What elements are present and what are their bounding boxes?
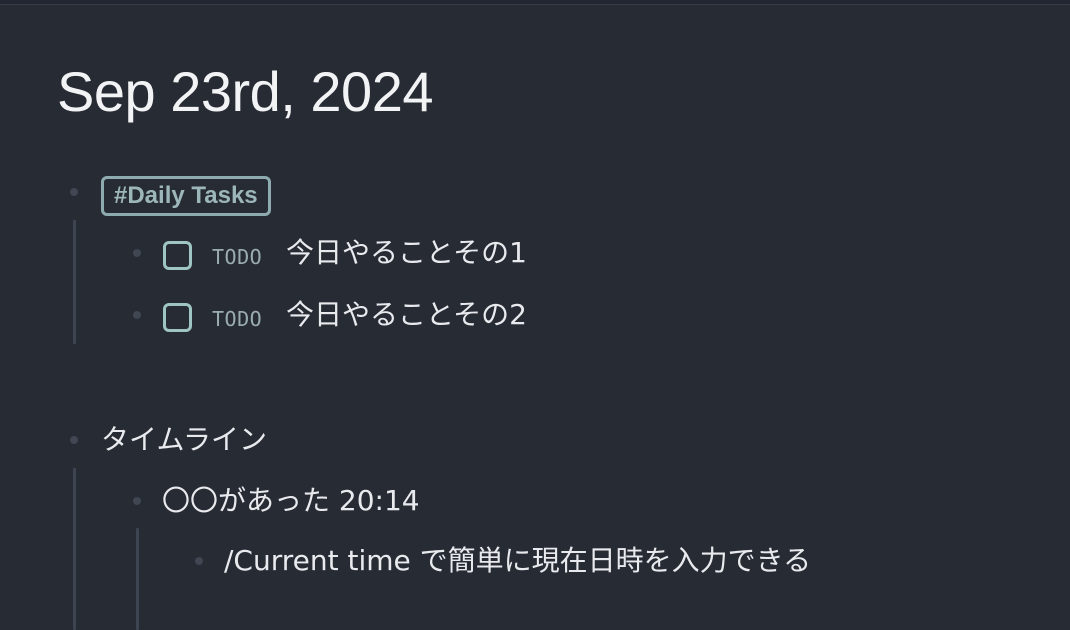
bullet-todo-1[interactable]: [133, 249, 141, 257]
bullet-timeline[interactable]: [70, 436, 78, 444]
todo-marker-1: TODO: [212, 245, 263, 269]
bullet-daily-tasks[interactable]: [70, 188, 78, 196]
tag-daily-tasks[interactable]: #Daily Tasks: [101, 176, 271, 216]
todo-text-2[interactable]: 今日やることその2: [286, 295, 527, 335]
timeline-label[interactable]: タイムライン: [101, 420, 267, 460]
bullet-todo-2[interactable]: [133, 311, 141, 319]
page-title[interactable]: Sep 23rd, 2024: [57, 52, 433, 132]
todo-checkbox-2[interactable]: [163, 303, 192, 332]
children-guide-timeline[interactable]: [73, 468, 76, 630]
todo-marker-2: TODO: [212, 307, 263, 331]
bullet-timeline-entry[interactable]: [133, 497, 141, 505]
children-guide-timeline-entry[interactable]: [136, 528, 139, 630]
todo-text-1[interactable]: 今日やることその1: [286, 233, 527, 273]
todo-checkbox-1[interactable]: [163, 241, 192, 270]
timeline-hint[interactable]: /Current time で簡単に現在日時を入力できる: [224, 541, 811, 581]
children-guide-daily-tasks[interactable]: [73, 220, 76, 344]
timeline-entry[interactable]: 〇〇があった 20:14: [162, 481, 420, 521]
top-divider: [0, 0, 1070, 5]
bullet-timeline-hint[interactable]: [195, 557, 203, 565]
